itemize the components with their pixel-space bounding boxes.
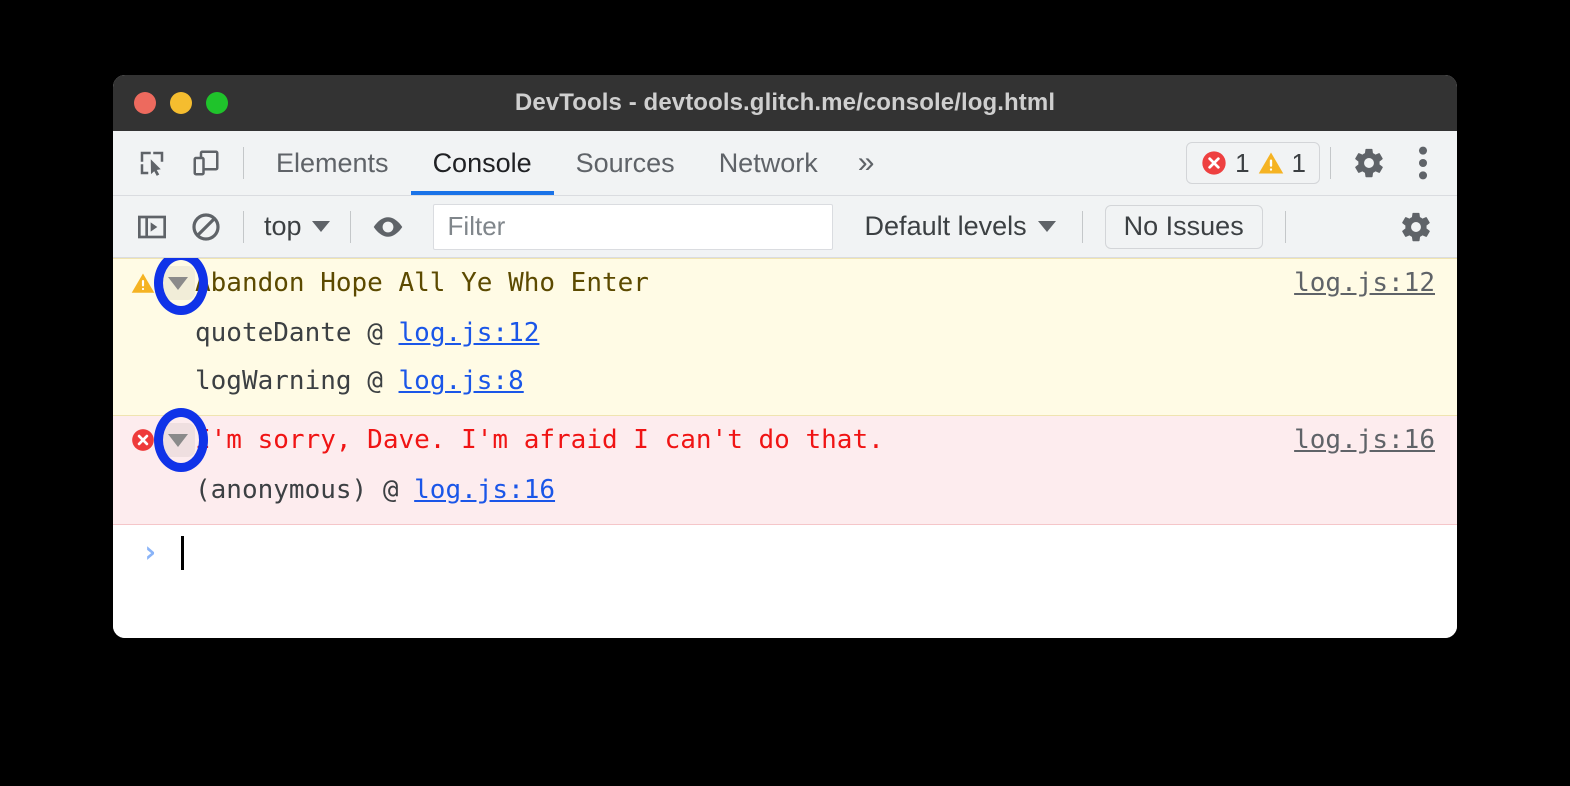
error-message-text: I'm sorry, Dave. I'm afraid I can't do t… xyxy=(195,425,884,455)
eye-icon xyxy=(370,209,406,245)
tab-elements[interactable]: Elements xyxy=(254,131,411,195)
console-toolbar: top Filter Default levels No Issues xyxy=(113,196,1457,258)
log-levels-selector[interactable]: Default levels xyxy=(865,211,1056,242)
console-message-header-warning[interactable]: Abandon Hope All Ye Who Enter log.js:12 xyxy=(113,259,1457,307)
console-filter-input[interactable]: Filter xyxy=(433,204,833,250)
stack-frame-at: @ xyxy=(367,318,383,348)
console-filter-placeholder: Filter xyxy=(448,211,506,242)
stack-frame-fn: (anonymous) xyxy=(195,475,367,505)
console-settings-button[interactable] xyxy=(1389,200,1443,254)
console-message-error[interactable]: I'm sorry, Dave. I'm afraid I can't do t… xyxy=(113,416,1457,525)
devtools-window: DevTools - devtools.glitch.me/console/lo… xyxy=(113,75,1457,638)
clear-console-button[interactable] xyxy=(179,200,233,254)
gear-icon-console xyxy=(1399,210,1433,244)
error-source-link[interactable]: log.js:16 xyxy=(1294,425,1435,455)
console-message-warning[interactable]: Abandon Hope All Ye Who Enter log.js:12 … xyxy=(113,258,1457,416)
devtools-tabbar: Elements Console Sources Network » 1 1 xyxy=(113,131,1457,196)
stack-frame: (anonymous) @ log.js:16 xyxy=(195,466,1457,514)
toolbar-divider-4 xyxy=(1285,211,1286,243)
device-toolbar-icon[interactable] xyxy=(179,131,233,195)
tab-network[interactable]: Network xyxy=(697,131,840,195)
toolbar-divider-1 xyxy=(243,211,244,243)
tabbar-spacer xyxy=(892,131,1186,195)
devtools-more-menu-button[interactable] xyxy=(1397,131,1449,195)
log-levels-value: Default levels xyxy=(865,211,1027,242)
warning-triangle-icon-row xyxy=(129,270,157,296)
stack-frame-at: @ xyxy=(383,475,399,505)
stack-frame: logWarning @ log.js:8 xyxy=(195,357,1457,405)
error-circle-icon xyxy=(1200,149,1228,177)
warning-message-text: Abandon Hope All Ye Who Enter xyxy=(195,268,649,298)
tabbar-divider xyxy=(243,147,244,179)
tab-console[interactable]: Console xyxy=(411,131,554,195)
clear-console-icon xyxy=(190,211,222,243)
issues-status-button[interactable]: No Issues xyxy=(1105,205,1263,249)
error-expander-toggle[interactable] xyxy=(161,423,195,457)
execution-context-selector[interactable]: top xyxy=(254,211,340,242)
minimize-button[interactable] xyxy=(170,92,192,114)
tabbar-divider-right xyxy=(1330,147,1331,179)
warning-triangle-icon xyxy=(1257,149,1285,177)
error-stack-trace: (anonymous) @ log.js:16 xyxy=(113,464,1457,514)
console-message-header-error[interactable]: I'm sorry, Dave. I'm afraid I can't do t… xyxy=(113,416,1457,464)
warning-count: 1 xyxy=(1292,148,1306,179)
traffic-lights xyxy=(134,92,228,114)
console-message-list[interactable]: Abandon Hope All Ye Who Enter log.js:12 … xyxy=(113,258,1457,638)
stack-frame-link[interactable]: log.js:8 xyxy=(399,366,524,396)
stack-frame-link[interactable]: log.js:16 xyxy=(414,475,555,505)
stack-frame-link[interactable]: log.js:12 xyxy=(399,318,540,348)
issue-counters[interactable]: 1 1 xyxy=(1186,142,1320,184)
devtools-settings-button[interactable] xyxy=(1341,131,1397,195)
live-expression-button[interactable] xyxy=(361,200,415,254)
inspect-element-icon[interactable] xyxy=(125,131,179,195)
triangle-down-icon xyxy=(168,277,188,290)
window-titlebar: DevTools - devtools.glitch.me/console/lo… xyxy=(113,75,1457,131)
execution-context-value: top xyxy=(264,211,302,242)
warning-source-link[interactable]: log.js:12 xyxy=(1294,268,1435,298)
error-count: 1 xyxy=(1235,148,1249,179)
chevron-down-icon-levels xyxy=(1038,221,1056,232)
warning-expander-toggle[interactable] xyxy=(161,266,195,300)
toolbar-divider-3 xyxy=(1082,211,1083,243)
window-title: DevTools - devtools.glitch.me/console/lo… xyxy=(113,89,1457,117)
tab-sources[interactable]: Sources xyxy=(554,131,697,195)
console-sidebar-toggle-button[interactable] xyxy=(125,200,179,254)
maximize-button[interactable] xyxy=(206,92,228,114)
prompt-chevron-icon: › xyxy=(141,538,159,568)
error-circle-icon-row xyxy=(129,427,157,453)
console-prompt-row[interactable]: › xyxy=(113,525,1457,581)
stack-frame-fn: logWarning xyxy=(195,366,352,396)
kebab-menu-icon xyxy=(1418,146,1428,180)
close-button[interactable] xyxy=(134,92,156,114)
sidebar-toggle-icon xyxy=(136,211,168,243)
chevron-down-icon xyxy=(312,221,330,232)
screenshot-stage: DevTools - devtools.glitch.me/console/lo… xyxy=(0,0,1570,786)
more-tabs-button[interactable]: » xyxy=(840,131,893,195)
warning-stack-trace: quoteDante @ log.js:12 logWarning @ log.… xyxy=(113,307,1457,405)
gear-icon xyxy=(1352,146,1386,180)
toolbar-divider-2 xyxy=(350,211,351,243)
prompt-text-caret[interactable] xyxy=(181,536,184,570)
stack-frame-at: @ xyxy=(367,366,383,396)
stack-frame-fn: quoteDante xyxy=(195,318,352,348)
stack-frame: quoteDante @ log.js:12 xyxy=(195,309,1457,357)
triangle-down-icon xyxy=(168,434,188,447)
